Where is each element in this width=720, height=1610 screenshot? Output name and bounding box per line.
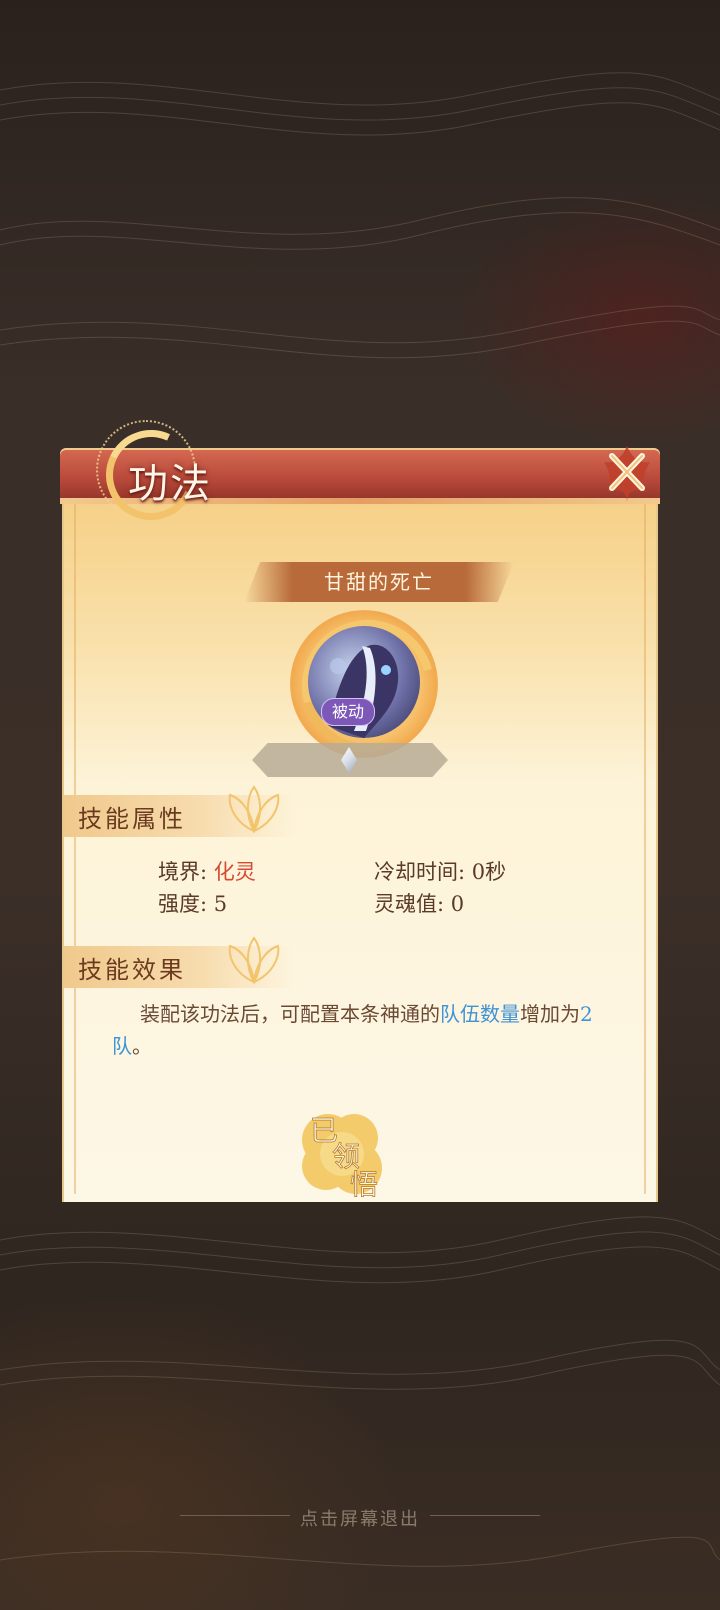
cooldown-attribute: 冷却时间: 0秒 [374, 860, 507, 884]
skill-dialog: 甘甜的死亡 被动 技能属性 境界: 化灵 冷却时间: 0秒 强度: 5 灵魂值:… [60, 417, 660, 1202]
close-button[interactable] [584, 432, 670, 510]
realm-attribute: 境界: 化灵 [158, 856, 256, 886]
close-icon[interactable] [584, 432, 670, 510]
dialog-title: 功法 [128, 461, 212, 507]
effect-section-title: 技能效果 [78, 956, 186, 984]
lotus-icon [228, 785, 280, 834]
panel-border-left [74, 500, 76, 1194]
effect-text-1: 装配该功法后，可配置本条神通的 [140, 1002, 440, 1026]
seal-char-3: 悟 [350, 1168, 378, 1201]
learned-seal-icon: 已 领 悟 [302, 1114, 382, 1201]
effect-text-2: 增加为 [520, 1002, 580, 1026]
effect-description: 装配该功法后，可配置本条神通的队伍数量增加为2队。 [112, 998, 622, 1062]
soul-value-attribute: 灵魂值: 0 [374, 892, 465, 916]
skill-name: 甘甜的死亡 [324, 570, 434, 594]
attributes-section-title: 技能属性 [78, 805, 186, 833]
effect-highlight-team-count: 队伍数量 [440, 1002, 520, 1026]
effect-text-3: 。 [132, 1034, 152, 1058]
realm-value: 化灵 [213, 860, 256, 884]
dialog-panel: 甘甜的死亡 被动 技能属性 境界: 化灵 冷却时间: 0秒 强度: 5 灵魂值:… [62, 500, 658, 1202]
exit-hint[interactable]: 点击屏幕退出 [0, 1505, 720, 1535]
panel-border-right [644, 500, 646, 1194]
lotus-icon [228, 936, 280, 985]
realm-label: 境界: [158, 860, 214, 884]
strength-attribute: 强度: 5 [158, 892, 228, 916]
passive-tag: 被动 [321, 698, 375, 726]
effect-section-header: 技能效果 [64, 936, 294, 988]
attributes-section-header: 技能属性 [64, 785, 294, 837]
